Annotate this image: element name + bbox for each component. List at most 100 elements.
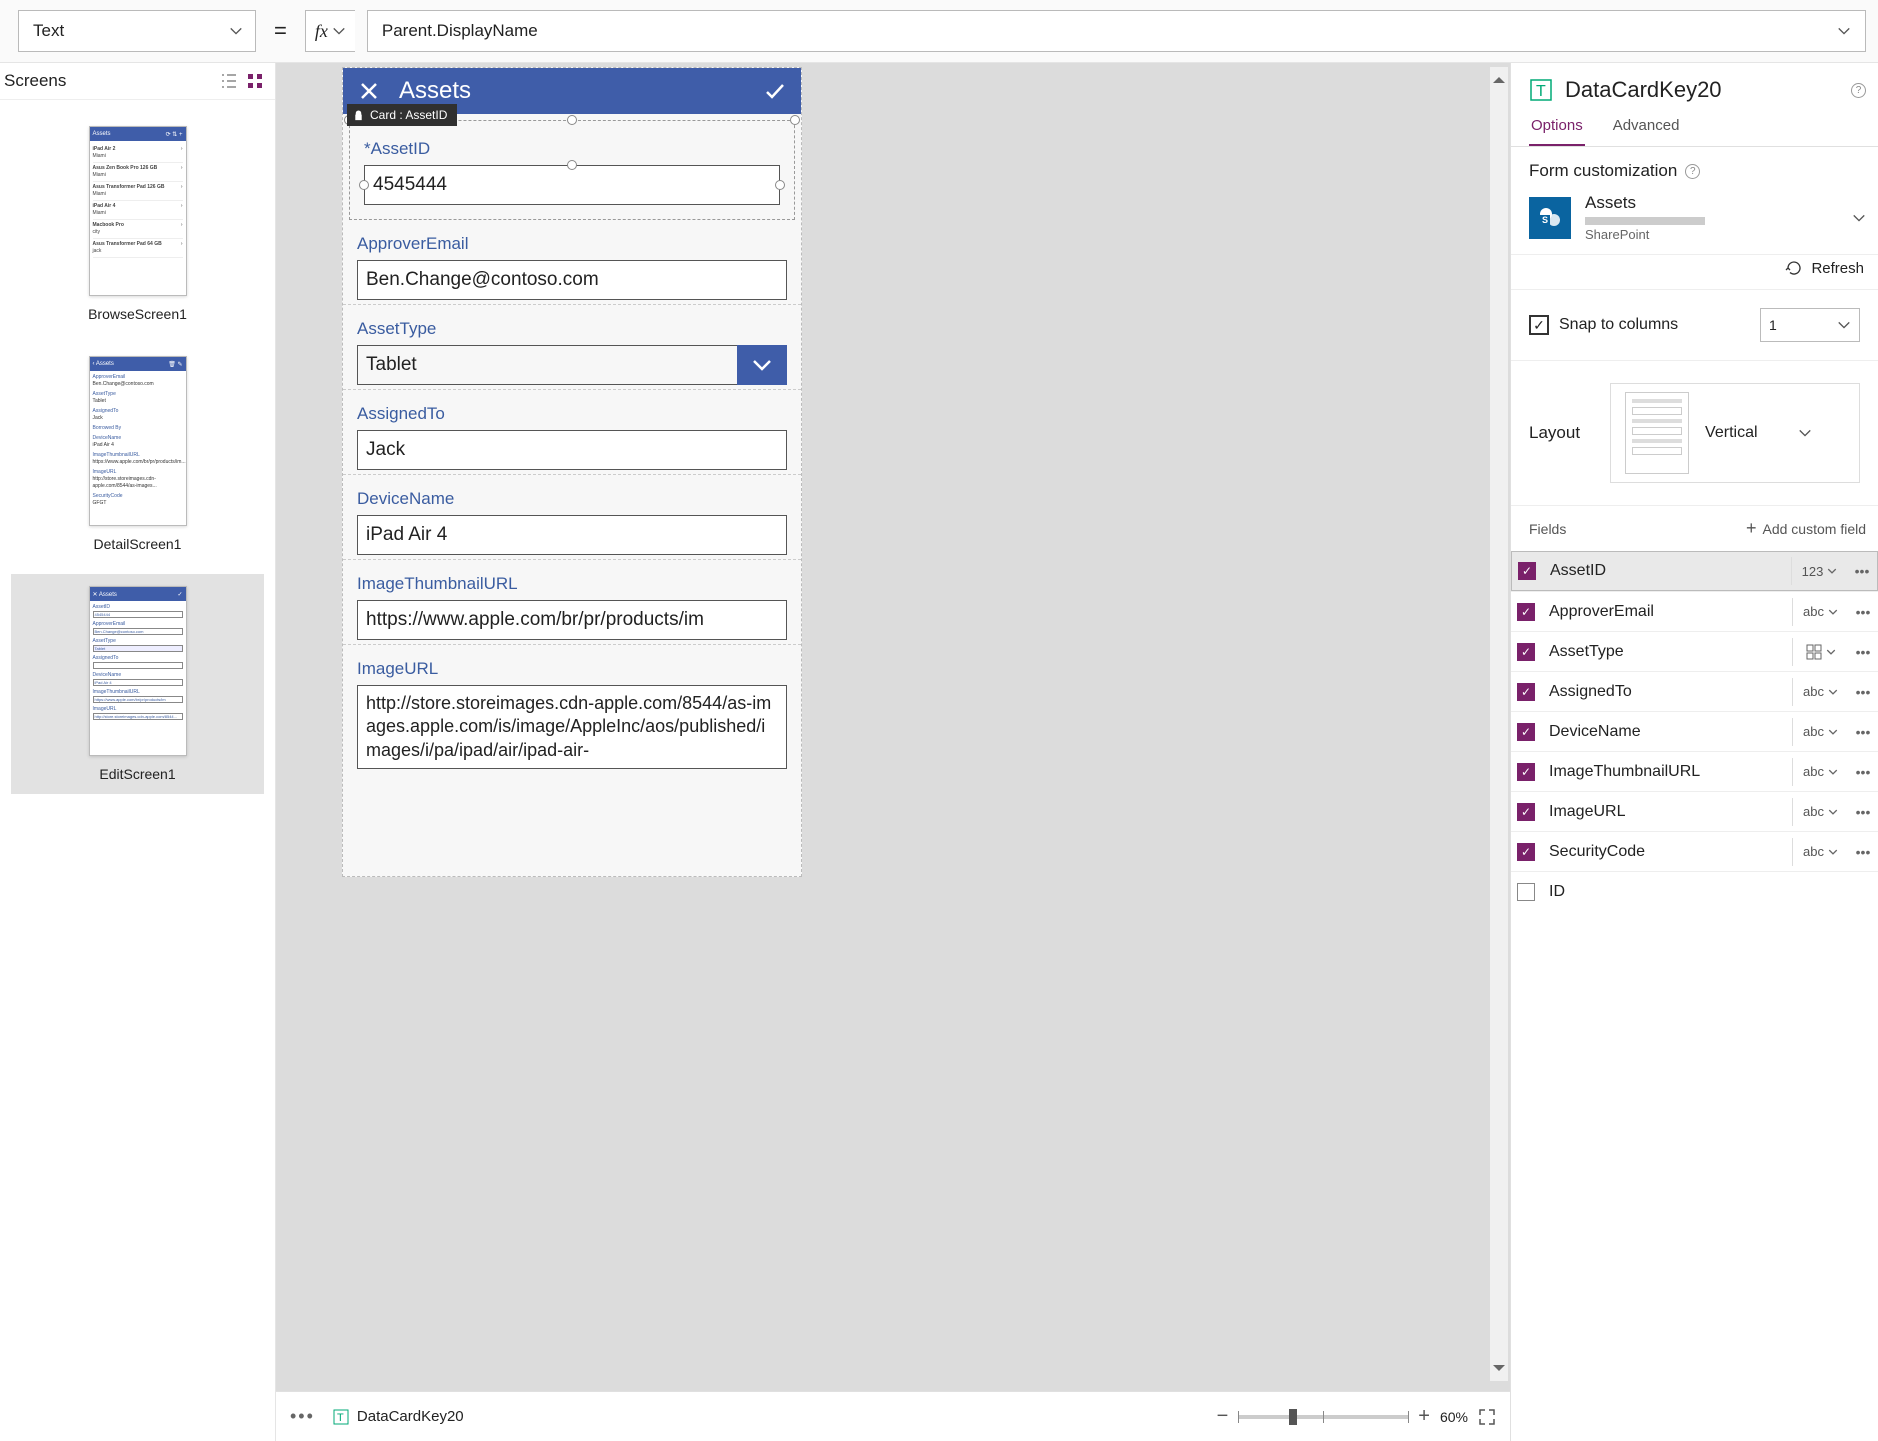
property-dropdown-value: Text	[33, 21, 64, 41]
field-more-button[interactable]: •••	[1848, 604, 1878, 620]
field-checkbox[interactable]: ✓	[1518, 562, 1536, 580]
snap-columns-dropdown[interactable]: 1	[1760, 308, 1860, 342]
vertical-scrollbar[interactable]	[1490, 67, 1508, 1381]
input-value: Ben.Change@contoso.com	[366, 269, 599, 291]
field-name: AssignedTo	[1541, 683, 1792, 701]
field-type-dropdown[interactable]: abc	[1792, 838, 1848, 866]
field-checkbox[interactable]: ✓	[1517, 763, 1535, 781]
field-row[interactable]: ✓ AssetType •••	[1511, 631, 1878, 671]
card-imagethumbnailurl[interactable]: ImageThumbnailURL https://www.apple.com/…	[343, 559, 801, 644]
field-more-button[interactable]: •••	[1848, 804, 1878, 820]
field-checkbox[interactable]: ✓	[1517, 843, 1535, 861]
screen-thumb-detail[interactable]: ‹ Assets🗑 ✎ ApproverEmailBen.Change@cont…	[11, 344, 264, 564]
field-row[interactable]: ID	[1511, 871, 1878, 911]
field-row[interactable]: ✓SecurityCodeabc•••	[1511, 831, 1878, 871]
refresh-button[interactable]: Refresh	[1511, 255, 1878, 290]
field-checkbox[interactable]: ✓	[1517, 803, 1535, 821]
chevron-down-icon	[1837, 318, 1851, 332]
chevron-down-icon	[332, 24, 346, 38]
chevron-down-icon[interactable]	[1852, 211, 1866, 225]
field-more-button[interactable]: •••	[1848, 724, 1878, 740]
field-checkbox[interactable]: ✓	[1517, 723, 1535, 741]
card-approveremail[interactable]: ApproverEmail Ben.Change@contoso.com	[343, 220, 801, 304]
field-row[interactable]: ✓ AssignedToabc•••	[1511, 671, 1878, 711]
form-customization-label: Form customization	[1529, 161, 1677, 181]
assettype-dropdown[interactable]: Tablet	[357, 345, 787, 385]
field-type-dropdown[interactable]: abc	[1792, 798, 1848, 826]
add-custom-field-button[interactable]: + Add custom field	[1746, 518, 1866, 539]
screens-title: Screens	[4, 71, 66, 91]
card-assettype[interactable]: AssetType Tablet	[343, 304, 801, 389]
field-row[interactable]: ✓ ImageURLabc•••	[1511, 791, 1878, 831]
tab-advanced[interactable]: Advanced	[1611, 107, 1682, 146]
help-icon[interactable]: ?	[1851, 83, 1866, 98]
snap-checkbox[interactable]	[1529, 315, 1549, 335]
property-dropdown[interactable]: Text	[18, 10, 256, 52]
input-value: 4545444	[373, 174, 447, 196]
sharepoint-icon: S	[1529, 197, 1571, 239]
field-more-button[interactable]: •••	[1848, 764, 1878, 780]
field-more-button[interactable]: •••	[1848, 844, 1878, 860]
imageurl-input[interactable]: http://store.storeimages.cdn-apple.com/8…	[357, 685, 787, 769]
field-checkbox[interactable]	[1517, 883, 1535, 901]
layout-preview-icon	[1625, 392, 1689, 474]
screen-thumb-edit[interactable]: ✕ Assets✓ AssetID4545444 ApproverEmailBe…	[11, 574, 264, 794]
dropdown-button[interactable]	[737, 345, 787, 385]
layout-value: Vertical	[1705, 424, 1757, 442]
card-label: ImageThumbnailURL	[357, 572, 787, 600]
field-more-button[interactable]: •••	[1848, 684, 1878, 700]
more-icon[interactable]: •••	[290, 1406, 315, 1427]
layout-dropdown[interactable]: Vertical	[1610, 383, 1860, 483]
field-type-dropdown[interactable]: abc	[1792, 718, 1848, 746]
field-name: AssetType	[1541, 643, 1792, 661]
formula-input[interactable]: Parent.DisplayName	[367, 10, 1866, 52]
datasource-selector[interactable]: S Assets SharePoint	[1529, 193, 1866, 242]
zoom-out-button[interactable]: −	[1217, 1405, 1229, 1428]
zoom-in-button[interactable]: +	[1418, 1405, 1430, 1428]
datasource-name: Assets	[1585, 193, 1705, 213]
datasource-url	[1585, 217, 1705, 225]
field-type-dropdown[interactable]: abc	[1792, 598, 1848, 626]
field-row[interactable]: ✓ DeviceNameabc•••	[1511, 711, 1878, 751]
breadcrumb[interactable]: T DataCardKey20	[333, 1408, 464, 1425]
field-name: ApproverEmail	[1541, 603, 1792, 621]
text-control-icon: T	[1529, 78, 1553, 102]
field-type-dropdown[interactable]: 123	[1791, 557, 1847, 585]
approveremail-input[interactable]: Ben.Change@contoso.com	[357, 260, 787, 300]
field-name: ImageURL	[1541, 803, 1792, 821]
imagethumbnailurl-input[interactable]: https://www.apple.com/br/pr/products/im	[357, 600, 787, 640]
field-type-dropdown[interactable]: abc	[1792, 678, 1848, 706]
selected-card-assetid[interactable]: *AssetID 4545444	[349, 120, 795, 220]
fx-button[interactable]: fx	[305, 10, 355, 52]
check-icon[interactable]	[763, 79, 787, 103]
input-value: Jack	[366, 439, 405, 461]
zoom-slider[interactable]	[1238, 1415, 1408, 1419]
field-more-button[interactable]: •••	[1847, 563, 1877, 579]
devicename-input[interactable]: iPad Air 4	[357, 515, 787, 555]
grid-view-icon[interactable]	[245, 71, 265, 91]
field-checkbox[interactable]: ✓	[1517, 603, 1535, 621]
field-row[interactable]: ✓ ApproverEmailabc•••	[1511, 591, 1878, 631]
field-name: AssetID	[1542, 562, 1791, 580]
field-type-dropdown[interactable]	[1792, 638, 1848, 666]
field-checkbox[interactable]: ✓	[1517, 683, 1535, 701]
field-more-button[interactable]: •••	[1848, 644, 1878, 660]
card-assignedto[interactable]: AssignedTo Jack	[343, 389, 801, 474]
tab-options[interactable]: Options	[1529, 107, 1585, 146]
assignedto-input[interactable]: Jack	[357, 430, 787, 470]
expand-icon[interactable]	[1478, 1408, 1496, 1426]
screen-thumb-browse[interactable]: Assets⟳ ⇅ + iPad Air 2Miami› Asus Zen Bo…	[11, 114, 264, 334]
layout-label: Layout	[1529, 423, 1580, 443]
card-imageurl[interactable]: ImageURL http://store.storeimages.cdn-ap…	[343, 644, 801, 773]
field-name: DeviceName	[1541, 723, 1792, 741]
app-canvas[interactable]: Assets Card : AssetID *AssetID 4545444 A…	[342, 67, 802, 877]
assetid-input[interactable]: 4545444	[364, 165, 780, 205]
card-devicename[interactable]: DeviceName iPad Air 4	[343, 474, 801, 559]
field-checkbox[interactable]: ✓	[1517, 643, 1535, 661]
close-icon[interactable]	[357, 79, 381, 103]
field-row[interactable]: ✓ImageThumbnailURLabc•••	[1511, 751, 1878, 791]
field-type-dropdown[interactable]: abc	[1792, 758, 1848, 786]
field-row[interactable]: ✓ AssetID123•••	[1511, 551, 1878, 591]
list-view-icon[interactable]	[219, 71, 239, 91]
help-icon[interactable]: ?	[1685, 164, 1700, 179]
